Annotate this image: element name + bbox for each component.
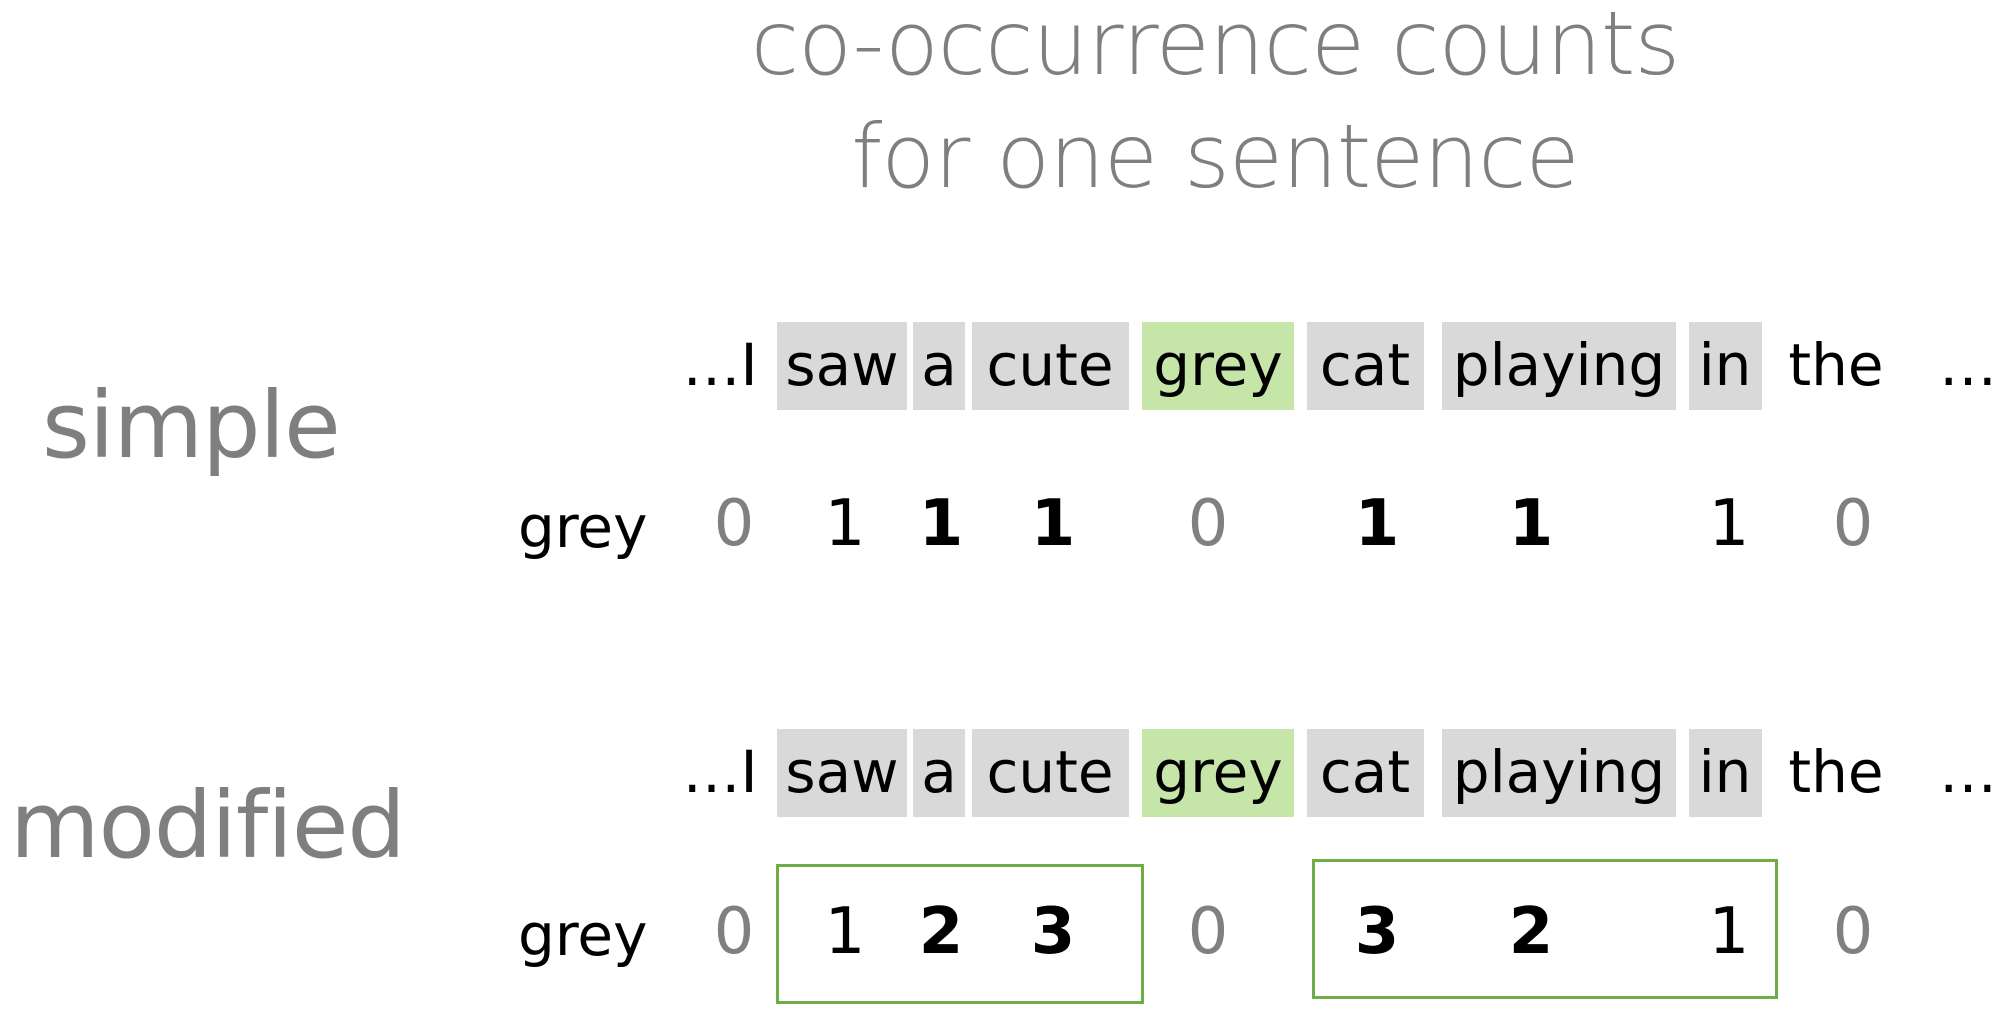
counts-row-modified: grey 0 1 2 3 0 3 2 1 0 (0, 900, 2000, 1000)
count-cell: 0 (1832, 895, 1874, 969)
sentence-suffix: … (1939, 331, 1997, 399)
count-cell: 1 (1708, 487, 1750, 561)
sentence-prefix: …I (682, 331, 758, 399)
sentence-modified: …I saw a cute grey cat playing in the … (0, 729, 2000, 829)
sentence-simple: …I saw a cute grey cat playing in the … (0, 322, 2000, 422)
word-saw: saw (785, 331, 899, 399)
count-cell: 2 (918, 895, 964, 969)
sentence-suffix: … (1939, 738, 1997, 806)
word-grey: grey (1153, 331, 1283, 399)
title-line-2: for one sentence (851, 105, 1579, 208)
word-in: in (1698, 738, 1752, 806)
word-cute: cute (986, 738, 1114, 806)
word-cat: cat (1319, 738, 1411, 806)
count-cell: 1 (824, 487, 866, 561)
word-cat: cat (1319, 331, 1411, 399)
count-cell: 0 (1832, 487, 1874, 561)
count-cell: 0 (713, 895, 755, 969)
row-label-grey: grey (518, 493, 648, 561)
word-grey: grey (1153, 738, 1283, 806)
count-cell: 1 (1354, 487, 1400, 561)
row-label-grey: grey (518, 901, 648, 969)
word-cute: cute (986, 331, 1114, 399)
count-cell: 0 (713, 487, 755, 561)
count-cell: 1 (1030, 487, 1076, 561)
count-cell: 1 (824, 895, 866, 969)
count-cell: 2 (1508, 895, 1554, 969)
count-cell: 3 (1354, 895, 1400, 969)
count-cell: 1 (918, 487, 964, 561)
sentence-prefix: …I (682, 738, 758, 806)
counts-row-simple: grey 0 1 1 1 0 1 1 1 0 (0, 492, 2000, 592)
count-cell: 0 (1187, 895, 1229, 969)
word-saw: saw (785, 738, 899, 806)
word-playing: playing (1452, 738, 1666, 806)
word-the: the (1788, 331, 1884, 399)
word-in: in (1698, 331, 1752, 399)
count-cell: 0 (1187, 487, 1229, 561)
word-playing: playing (1452, 331, 1666, 399)
title-line-1: co-occurrence counts (750, 0, 1681, 95)
count-cell: 1 (1708, 895, 1750, 969)
count-cell: 3 (1030, 895, 1076, 969)
word-a: a (921, 331, 957, 399)
word-a: a (921, 738, 957, 806)
count-cell: 1 (1508, 487, 1554, 561)
word-the: the (1788, 738, 1884, 806)
